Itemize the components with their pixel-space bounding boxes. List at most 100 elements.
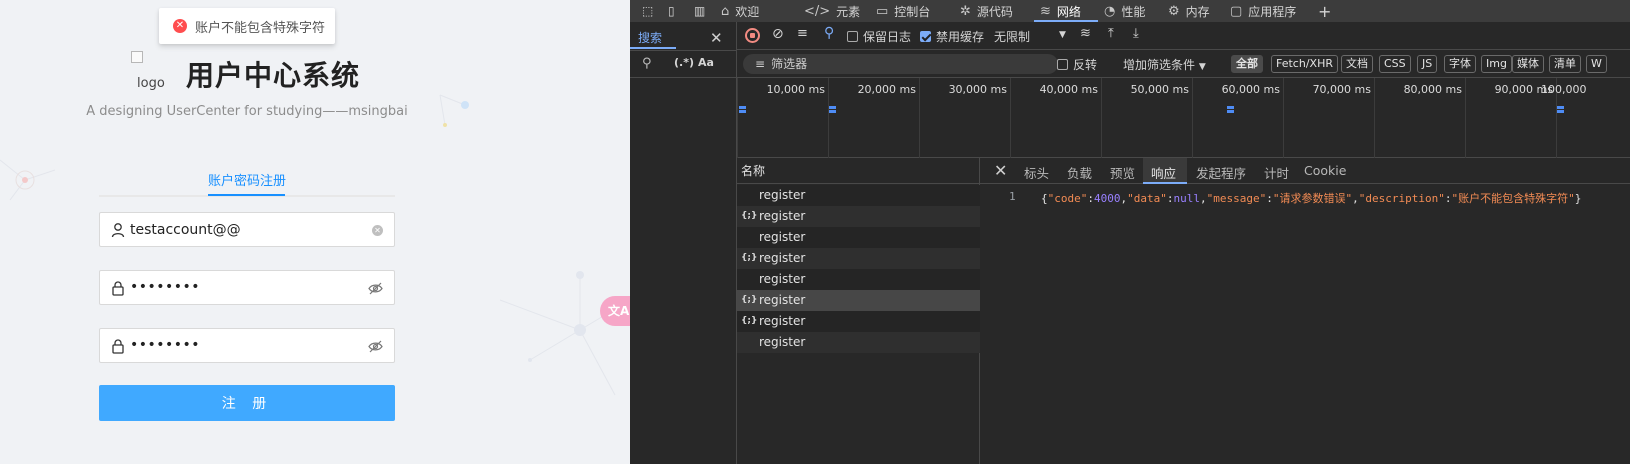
confirm-password-input[interactable]: ••••••••	[99, 328, 395, 363]
filter-type-all[interactable]: 全部	[1231, 55, 1263, 73]
tab-timing[interactable]: 计时	[1264, 163, 1289, 182]
upload-har-icon[interactable]: ⤒	[1108, 26, 1114, 41]
request-list: 名称 register {;} register register {;} regi…	[737, 158, 980, 464]
filter-type-font[interactable]: 字体	[1444, 55, 1476, 73]
name-column-header[interactable]: 名称	[737, 158, 980, 184]
tab-console[interactable]: ▭ 控制台	[876, 0, 930, 22]
devtools-tab-strip: ⬚ ▯ ▥ ⌂ 欢迎 </> 元素 ▭ 控制台 ✲ 源代码 ≋ 网络 ◔ 性能 ⚙ 内存 ▢ 应…	[630, 0, 1630, 22]
eye-invisible-icon[interactable]	[368, 339, 383, 354]
filter-type-manifest[interactable]: 清单	[1549, 55, 1581, 73]
tab-application[interactable]: ▢ 应用程序	[1230, 0, 1296, 22]
chevron-down-icon[interactable]: ▼	[1059, 30, 1066, 40]
timeline-label: 30,000 ms	[948, 83, 1007, 96]
request-row[interactable]: {;} register	[737, 248, 980, 269]
device-toolbar-icon[interactable]: ▯	[668, 0, 675, 22]
filter-bar: ≡ 筛选器 反转 增加筛选条件 ▼ 全部 Fetch/XHR 文档 CSS JS …	[737, 50, 1630, 78]
home-icon: ⌂	[721, 3, 730, 19]
user-icon	[111, 223, 125, 238]
checkbox-icon	[1057, 59, 1068, 70]
tab-headers[interactable]: 标头	[1024, 163, 1049, 182]
response-body[interactable]: 1 {"code":4000,"data":null,"message":"请求…	[980, 190, 1630, 210]
add-tab-icon[interactable]: +	[1318, 0, 1331, 22]
dock-side-icon[interactable]: ▥	[694, 0, 705, 22]
eye-invisible-icon[interactable]	[368, 281, 383, 296]
clear-log-icon[interactable]: ⊘	[772, 26, 784, 42]
request-row[interactable]: register	[737, 227, 980, 248]
throttling-select[interactable]: 无限制	[994, 28, 1030, 45]
match-case-toggle[interactable]: Aa	[698, 56, 714, 69]
tab-initiator[interactable]: 发起程序	[1196, 163, 1246, 182]
request-detail: ✕ 标头 负载 预览 响应 发起程序 计时 Cookie 1 {"code":4…	[980, 158, 1630, 464]
close-detail-icon[interactable]: ✕	[994, 161, 1007, 180]
xhr-icon: {;}	[741, 316, 758, 326]
xhr-icon: {;}	[741, 253, 758, 263]
filter-type-fetch-xhr[interactable]: Fetch/XHR	[1271, 55, 1338, 73]
more-filters-dropdown[interactable]: 增加筛选条件 ▼	[1123, 56, 1206, 73]
request-row[interactable]: {;} register	[737, 206, 980, 227]
filter-type-doc[interactable]: 文档	[1341, 55, 1373, 73]
register-button[interactable]: 注 册	[99, 385, 395, 421]
request-marker	[1557, 110, 1564, 113]
response-tab-indicator	[1143, 182, 1187, 184]
tab-response[interactable]: 响应	[1151, 163, 1176, 182]
stop-recording-icon[interactable]	[745, 28, 760, 43]
clear-icon[interactable]: ✕	[372, 225, 383, 236]
request-row-selected[interactable]: {;} register	[737, 290, 980, 311]
search-icon[interactable]: ⚲	[642, 56, 652, 71]
invert-checkbox[interactable]: 反转	[1057, 56, 1097, 73]
filter-type-ws[interactable]: W	[1586, 55, 1607, 73]
filter-type-css[interactable]: CSS	[1379, 55, 1411, 73]
tab-sources[interactable]: ✲ 源代码	[960, 0, 1013, 22]
network-toolbar: ⊘ ≡ ⚲ 保留日志 禁用缓存 无限制 ▼ ≋ ⤒ ⤓	[737, 22, 1630, 50]
lock-icon	[112, 281, 124, 296]
tab-elements[interactable]: </> 元素	[804, 0, 860, 22]
broken-image-icon	[131, 51, 143, 63]
confirm-password-value: ••••••••	[130, 337, 201, 353]
network-conditions-icon[interactable]: ≋	[1080, 26, 1091, 41]
preserve-log-checkbox[interactable]: 保留日志	[847, 28, 911, 45]
request-marker	[739, 110, 746, 113]
password-input[interactable]: ••••••••	[99, 270, 395, 305]
request-row[interactable]: register	[737, 185, 980, 206]
translate-extension-button[interactable]: 文A	[600, 296, 630, 326]
tab-cookies[interactable]: Cookie	[1304, 163, 1346, 178]
filter-type-js[interactable]: JS	[1417, 55, 1438, 73]
xhr-icon: {;}	[741, 295, 758, 305]
filter-type-img[interactable]: Img	[1481, 55, 1512, 73]
tab-search[interactable]: 搜索	[638, 29, 662, 46]
account-input[interactable]: testaccount@@ ✕	[99, 212, 395, 247]
filter-type-media[interactable]: 媒体	[1512, 55, 1544, 73]
application-icon: ▢	[1230, 3, 1243, 19]
tab-performance[interactable]: ◔ 性能	[1104, 0, 1145, 22]
filter-input[interactable]: ≡ 筛选器	[743, 54, 1058, 74]
inspect-element-icon[interactable]: ⬚	[642, 0, 653, 22]
download-har-icon[interactable]: ⤓	[1133, 26, 1139, 41]
toast-message: 账户不能包含特殊字符	[195, 20, 326, 36]
tab-payload[interactable]: 负载	[1067, 163, 1092, 182]
tab-welcome[interactable]: ⌂ 欢迎	[721, 0, 759, 22]
timeline-label: 70,000 ms	[1312, 83, 1371, 96]
logo-image: logo	[128, 48, 172, 94]
network-overview-timeline[interactable]: 10,000 ms 20,000 ms 30,000 ms 40,000 ms …	[737, 78, 1630, 158]
tab-memory[interactable]: ⚙ 内存	[1168, 0, 1210, 22]
close-search-icon[interactable]: ✕	[710, 29, 723, 47]
xhr-icon: {;}	[741, 211, 758, 221]
usercenter-register-page: ✕ 账户不能包含特殊字符 logo 用户中心系统 A designing Use…	[0, 0, 630, 464]
tab-account-password-register[interactable]: 账户密码注册	[208, 170, 286, 189]
search-tab-indicator	[630, 47, 676, 49]
console-icon: ▭	[876, 3, 889, 19]
tab-preview[interactable]: 预览	[1110, 163, 1135, 182]
filter-icon[interactable]: ≡	[797, 26, 808, 41]
tab-network[interactable]: ≋ 网络	[1040, 0, 1081, 22]
request-marker	[1557, 106, 1564, 109]
gauge-icon: ◔	[1104, 3, 1116, 19]
regex-toggle[interactable]: (.*)	[674, 56, 694, 69]
disable-cache-checkbox[interactable]: 禁用缓存	[920, 28, 984, 45]
response-json: {"code":4000,"data":null,"message":"请求参数…	[1041, 192, 1582, 205]
error-toast: ✕ 账户不能包含特殊字符	[159, 8, 335, 44]
request-row[interactable]: register	[737, 269, 980, 290]
search-network-icon[interactable]: ⚲	[824, 25, 834, 41]
request-marker	[739, 106, 746, 109]
request-row[interactable]: register	[737, 332, 980, 353]
request-row[interactable]: {;} register	[737, 311, 980, 332]
